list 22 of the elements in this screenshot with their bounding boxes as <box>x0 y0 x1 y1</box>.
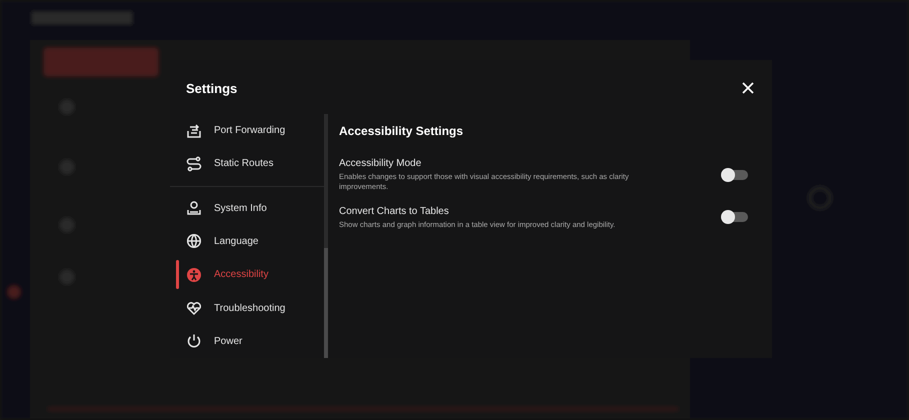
nav-item[interactable]: System Info <box>170 192 328 225</box>
port-forward-icon <box>186 122 202 139</box>
toggle-switch[interactable] <box>723 212 748 222</box>
route-icon <box>186 156 202 172</box>
close-icon[interactable] <box>740 80 756 96</box>
toggle-switch[interactable] <box>723 170 748 180</box>
nav-item[interactable]: Power <box>170 324 328 358</box>
nav-item[interactable]: Accessibility <box>170 258 328 292</box>
globe-icon <box>186 233 202 250</box>
section-title: Accessibility Settings <box>339 124 464 138</box>
scrollbar-thumb[interactable] <box>324 248 328 358</box>
heart-icon <box>186 300 202 316</box>
nav-item[interactable]: Language <box>170 224 328 258</box>
nav-item[interactable]: Static Routes <box>170 147 328 181</box>
accessibility-icon <box>186 266 202 283</box>
router-icon <box>186 200 202 216</box>
dialog-title: Settings <box>186 80 238 96</box>
setting-name: Convert Charts to Tables <box>339 206 450 216</box>
nav-item[interactable]: Troubleshooting <box>170 291 328 325</box>
nav-item[interactable]: Port Forwarding <box>170 114 328 148</box>
power-icon <box>186 333 202 350</box>
setting-name: Accessibility Mode <box>339 158 422 169</box>
